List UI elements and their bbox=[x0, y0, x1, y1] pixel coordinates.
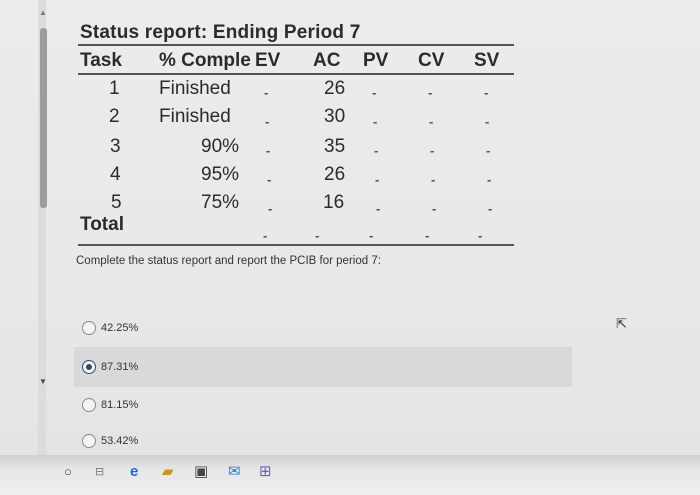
percent-complete: 75% bbox=[201, 192, 240, 213]
scrollbar-thumb[interactable] bbox=[40, 28, 47, 208]
header-cv: CV bbox=[418, 50, 445, 71]
pv-blank: - bbox=[376, 201, 381, 216]
answer-option-4[interactable]: 53.42% bbox=[76, 430, 138, 452]
mouse-pointer-icon: ⇱ bbox=[616, 316, 627, 331]
edge-browser-icon[interactable]: e bbox=[130, 463, 138, 481]
header-pv: PV bbox=[363, 50, 389, 71]
header-percent-complete: % Comple bbox=[159, 50, 251, 71]
radio-checked-icon[interactable] bbox=[82, 360, 96, 374]
taskbar bbox=[0, 455, 700, 495]
header-rule bbox=[78, 73, 514, 75]
table-top-rule bbox=[78, 44, 514, 46]
ac-value: 26 bbox=[324, 164, 346, 185]
total-cv-blank: - bbox=[425, 228, 430, 243]
option-label: 87.31% bbox=[101, 361, 139, 373]
ac-value: 35 bbox=[324, 136, 346, 157]
option-label: 81.15% bbox=[101, 399, 139, 411]
scroll-down-arrow-icon[interactable]: ▼ bbox=[39, 377, 47, 386]
network-icon[interactable]: ⊞ bbox=[259, 463, 272, 481]
ev-blank: - bbox=[264, 85, 269, 100]
scroll-up-arrow-icon[interactable]: ▲ bbox=[39, 8, 47, 17]
sv-blank: - bbox=[487, 172, 492, 187]
ac-value: 26 bbox=[324, 78, 346, 99]
pv-blank: - bbox=[373, 114, 378, 129]
answer-option-3[interactable]: 81.15% bbox=[76, 394, 138, 416]
ev-blank: - bbox=[266, 143, 271, 158]
radio-unchecked-icon[interactable] bbox=[82, 321, 96, 335]
ac-value: 30 bbox=[324, 106, 346, 127]
header-ac: AC bbox=[313, 50, 341, 71]
cv-blank: - bbox=[429, 114, 434, 129]
answer-option-2[interactable]: 87.31% bbox=[74, 347, 572, 387]
answer-option-1[interactable]: 42.25% bbox=[76, 317, 138, 339]
ev-blank: - bbox=[268, 201, 273, 216]
percent-complete: Finished bbox=[159, 106, 231, 127]
radio-unchecked-icon[interactable] bbox=[82, 398, 96, 412]
task-view-icon[interactable]: ⊟ bbox=[95, 463, 104, 481]
question-prompt: Complete the status report and report th… bbox=[76, 255, 381, 267]
cv-blank: - bbox=[432, 201, 437, 216]
header-sv: SV bbox=[474, 50, 500, 71]
table-bottom-rule bbox=[78, 244, 514, 246]
start-circle-icon[interactable]: ○ bbox=[64, 463, 72, 481]
percent-complete: Finished bbox=[159, 78, 231, 99]
total-ev-blank: - bbox=[263, 228, 268, 243]
option-label: 53.42% bbox=[101, 435, 139, 447]
percent-complete: 90% bbox=[201, 136, 240, 157]
pv-blank: - bbox=[372, 85, 377, 100]
task-number: 2 bbox=[109, 106, 120, 127]
total-pv-blank: - bbox=[369, 228, 374, 243]
total-label: Total bbox=[80, 214, 124, 235]
ev-blank: - bbox=[267, 172, 272, 187]
sv-blank: - bbox=[486, 143, 491, 158]
pv-blank: - bbox=[375, 172, 380, 187]
percent-complete: 95% bbox=[201, 164, 240, 185]
task-number: 5 bbox=[111, 192, 122, 213]
file-explorer-icon[interactable]: ▰ bbox=[162, 463, 174, 481]
total-ac-blank: - bbox=[315, 228, 320, 243]
total-sv-blank: - bbox=[478, 228, 483, 243]
mail-icon[interactable]: ✉ bbox=[228, 463, 241, 481]
ac-value: 16 bbox=[323, 192, 345, 213]
cv-blank: - bbox=[430, 143, 435, 158]
task-number: 3 bbox=[110, 136, 121, 157]
header-ev: EV bbox=[255, 50, 281, 71]
report-title: Status report: Ending Period 7 bbox=[80, 22, 361, 43]
pv-blank: - bbox=[374, 143, 379, 158]
sv-blank: - bbox=[484, 85, 489, 100]
screen: ▲ ▼ Status report: Ending Period 7 Task … bbox=[0, 0, 700, 495]
header-task: Task bbox=[80, 50, 122, 71]
store-bag-icon[interactable]: ▣ bbox=[194, 463, 208, 481]
radio-unchecked-icon[interactable] bbox=[82, 434, 96, 448]
task-number: 1 bbox=[109, 78, 120, 99]
ev-blank: - bbox=[265, 114, 270, 129]
task-number: 4 bbox=[110, 164, 121, 185]
sv-blank: - bbox=[488, 201, 493, 216]
sv-blank: - bbox=[485, 114, 490, 129]
cv-blank: - bbox=[431, 172, 436, 187]
cv-blank: - bbox=[428, 85, 433, 100]
option-label: 42.25% bbox=[101, 322, 139, 334]
